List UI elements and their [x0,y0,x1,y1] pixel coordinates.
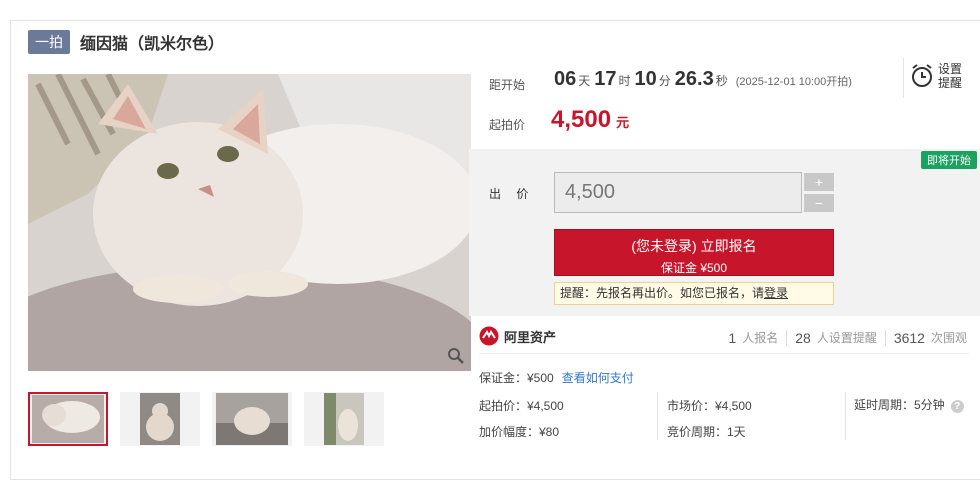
countdown-hours: 17 [594,68,617,90]
brand: 阿里资产 [479,326,556,346]
countdown-days: 06 [554,68,577,90]
thumbnail-image [216,393,288,445]
view-count-label: 次围观 [930,331,967,345]
thumbnail-4[interactable] [304,392,384,446]
reminder-label-line1: 设置 [938,62,963,76]
countdown-label: 距开始 [489,78,526,92]
thumbnail-image [140,393,180,445]
divider [657,392,658,440]
title-row: 一拍 缅因猫（凯米尔色） [28,30,224,54]
bid-label: 出 价 [489,187,535,201]
cat-photo [28,74,471,371]
login-link[interactable]: 登录 [764,286,788,300]
start-time-note: (2025-12-01 10:00开拍) [735,76,852,88]
zoom-icon[interactable] [447,347,465,365]
countdown-days-unit: 天 [578,74,591,88]
countdown-minutes: 10 [634,68,657,90]
start-price-label: 起拍价 [489,118,526,132]
signup-count-label: 人报名 [742,331,779,345]
tip-text: 提醒：先报名再出价。如您已报名，请 [560,286,765,300]
divider [786,329,788,346]
signup-button[interactable]: (您未登录) 立即报名 保证金 ¥500 [554,229,834,276]
bid-amount-input[interactable]: 4,500 [554,172,802,213]
countdown-seconds-unit: 秒 [715,74,728,88]
thumbnail-image [32,395,104,443]
bid-panel: 即将开始 出 价 4,500 + − (您未登录) 立即报名 保证金 ¥500 … [469,149,980,316]
stat-counters: 1 人报名 28 人设置提醒 3612 次围观 [728,329,967,346]
reminder-label-line2: 提醒 [938,76,963,90]
brand-name: 阿里资产 [504,329,557,345]
market-price-info: 市场价：¥4,500 [667,399,752,413]
thumbnail-2[interactable] [120,392,200,446]
increase-bid-button[interactable]: + [804,173,834,191]
alarm-clock-icon [912,64,932,87]
thumbnail-3[interactable] [212,392,292,446]
deposit-text: 保证金：¥500 [479,371,554,385]
signup-button-label: (您未登录) 立即报名 [631,238,757,254]
delay-info: 延时周期：5分钟? [854,396,964,413]
signup-count: 1 [728,329,737,346]
deposit-note: 保证金 ¥500 [660,261,728,275]
reminder-count-label: 人设置提醒 [816,331,877,345]
thumbnail-1[interactable] [28,392,108,446]
set-reminder-button[interactable]: 设置 提醒 [910,62,962,90]
countdown-hours-unit: 时 [618,74,631,88]
reminder-count: 28 [795,329,811,346]
view-count: 3612 [893,329,925,346]
auction-round-badge: 一拍 [28,30,70,54]
status-badge: 即将开始 [921,151,977,169]
login-tip: 提醒：先报名再出价。如您已报名，请登录 [554,282,834,305]
page-title: 缅因猫（凯米尔色） [80,36,225,53]
bid-cycle-info: 竞价周期：1天 [667,425,746,439]
ali-asset-logo-icon [479,326,499,346]
increment-info: 加价幅度：¥80 [479,425,560,439]
start-price: 4,500 元 [551,106,629,134]
divider [903,58,904,98]
help-icon[interactable]: ? [950,400,964,413]
divider [884,329,886,346]
bid-stepper: + − [804,173,834,215]
start-price-value: 4,500 [551,106,612,133]
countdown-seconds: 26.3 [674,68,714,90]
decrease-bid-button[interactable]: − [804,194,834,212]
how-to-pay-link[interactable]: 查看如何支付 [562,371,634,385]
start-price-unit: 元 [616,115,630,130]
countdown-timer: 06 天 17 时 10 分 26.3 秒 (2025-12-01 10:00开… [554,68,852,91]
divider [845,392,846,440]
thumbnail-image [324,393,364,445]
thumbnail-strip [28,392,384,446]
main-product-image[interactable] [28,74,471,371]
start-price-info: 起拍价：¥4,500 [479,399,564,413]
deposit-info: 保证金：¥500 查看如何支付 [479,369,634,386]
stats-bar: 阿里资产 1 人报名 28 人设置提醒 3612 次围观 [479,322,969,354]
countdown-minutes-unit: 分 [658,74,671,88]
delay-text: 延时周期：5分钟 [854,398,945,412]
